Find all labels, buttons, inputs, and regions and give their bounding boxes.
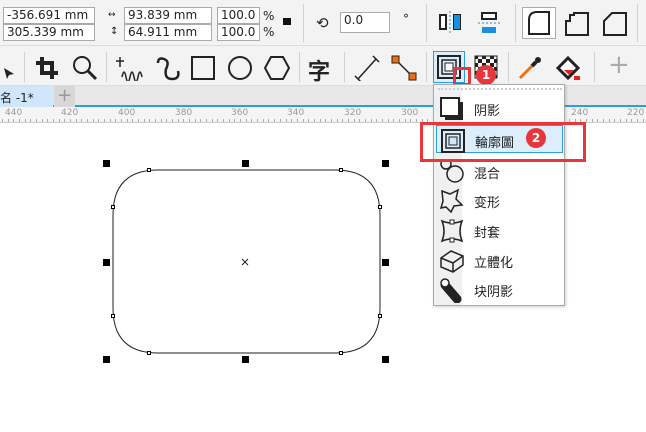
step-1-badge: 1 [476,65,496,85]
extrude-icon [440,250,464,273]
corner-node[interactable] [378,205,382,209]
contour-highlight-box [420,122,586,162]
selection-handle[interactable] [103,160,110,167]
corner-node[interactable] [147,351,151,355]
selection-handle[interactable] [382,259,389,266]
selection-handle[interactable] [242,356,249,363]
envelope-icon [440,219,464,243]
selection-handle[interactable] [103,259,110,266]
selection-handle[interactable] [103,356,110,363]
block-shadow-icon [440,278,462,303]
corner-node[interactable] [339,351,343,355]
menu-item-distort[interactable]: 变形 [436,186,563,214]
step-2-badge: 2 [526,128,546,148]
selection-handle[interactable] [382,356,389,363]
selection-handle[interactable] [382,160,389,167]
blend-icon [440,159,464,183]
menu-item-envelope[interactable]: 封套 [436,216,563,244]
effects-flyout-menu: 阴影 輪廓圖 混合 变形 封套 立體化 块阴影 [433,84,565,306]
drop-shadow-icon [440,97,463,120]
menu-grip[interactable] [438,88,562,91]
corner-node[interactable] [111,314,115,318]
corner-node[interactable] [339,168,343,172]
corner-node[interactable] [147,168,151,172]
selection-handle[interactable] [242,160,249,167]
corner-node[interactable] [378,314,382,318]
menu-item-block-shadow[interactable]: 块阴影 [436,275,563,303]
distort-icon [439,188,464,214]
menu-item-drop-shadow[interactable]: 阴影 [436,94,563,122]
menu-item-extrude[interactable]: 立體化 [436,246,563,274]
corner-node[interactable] [111,205,115,209]
